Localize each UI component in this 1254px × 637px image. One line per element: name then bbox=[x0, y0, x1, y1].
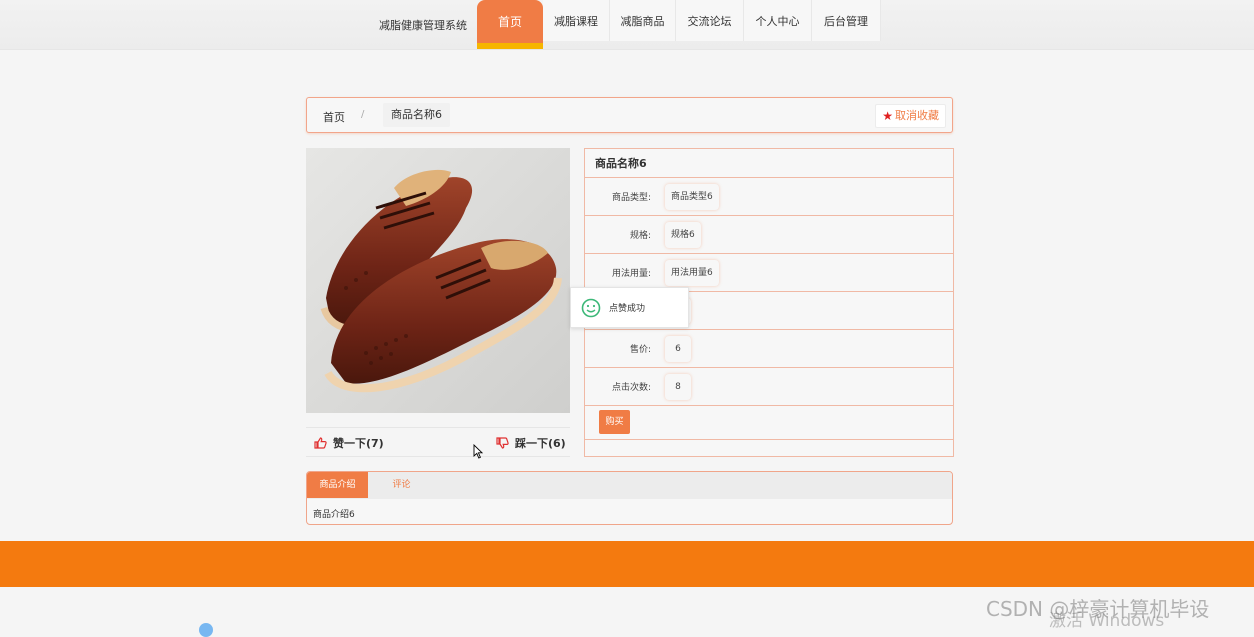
watermark: CSDN @梓豪计算机毕设 bbox=[986, 597, 1210, 621]
unfavorite-button[interactable]: ★ 取消收藏 bbox=[875, 104, 946, 128]
nav-item-admin[interactable]: 后台管理 bbox=[812, 0, 881, 41]
field-row-price: 售价: 6 bbox=[585, 330, 953, 368]
field-value: 用法用量6 bbox=[665, 260, 719, 286]
field-label: 规格: bbox=[629, 231, 651, 241]
nav-item-profile[interactable]: 个人中心 bbox=[744, 0, 812, 41]
field-value: 规格6 bbox=[665, 222, 701, 248]
main-nav: 首页 减脂课程 减脂商品 交流论坛 个人中心 后台管理 bbox=[477, 0, 881, 49]
thumbs-up-icon bbox=[314, 437, 327, 449]
field-value: 6 bbox=[665, 336, 691, 362]
nav-item-forum[interactable]: 交流论坛 bbox=[676, 0, 744, 41]
tab-comments[interactable]: 评论 bbox=[371, 472, 432, 498]
tab-content: 商品介绍6 bbox=[313, 510, 355, 520]
footer-bar bbox=[0, 541, 1254, 587]
tab-introduction[interactable]: 商品介绍 bbox=[307, 472, 368, 498]
floating-dot-icon[interactable] bbox=[199, 623, 213, 637]
buy-button[interactable]: 购买 bbox=[599, 410, 630, 434]
breadcrumb-current: 商品名称6 bbox=[383, 103, 450, 127]
dislike-button[interactable]: 踩一下(6) bbox=[496, 435, 566, 451]
product-tabs: 商品介绍 评论 商品介绍6 bbox=[306, 471, 953, 525]
vote-bar: 赞一下(7) 踩一下(6) bbox=[306, 427, 570, 457]
field-value: 8 bbox=[665, 374, 691, 400]
field-row-type: 商品类型: 商品类型6 bbox=[585, 178, 953, 216]
like-label: 赞一下(7) bbox=[333, 437, 384, 450]
product-name: 商品名称6 bbox=[585, 149, 953, 178]
field-row-spec: 规格: 规格6 bbox=[585, 216, 953, 254]
top-navbar: 减脂健康管理系统 首页 减脂课程 减脂商品 交流论坛 个人中心 后台管理 bbox=[0, 0, 1254, 50]
smile-icon bbox=[581, 298, 601, 317]
thumbs-down-icon bbox=[496, 437, 509, 449]
unfavorite-label: 取消收藏 bbox=[895, 109, 939, 122]
field-label: 售价: bbox=[629, 345, 651, 355]
site-brand[interactable]: 减脂健康管理系统 bbox=[379, 17, 467, 33]
field-label: 商品类型: bbox=[611, 193, 651, 203]
tab-header: 商品介绍 评论 bbox=[307, 472, 952, 499]
dislike-label: 踩一下(6) bbox=[515, 437, 566, 450]
mouse-cursor-icon bbox=[473, 444, 483, 459]
field-label: 用法用量: bbox=[611, 269, 651, 279]
like-button[interactable]: 赞一下(7) bbox=[314, 435, 384, 451]
nav-item-products[interactable]: 减脂商品 bbox=[610, 0, 676, 41]
product-image[interactable] bbox=[306, 148, 570, 413]
toast-message: 点赞成功 bbox=[570, 287, 689, 328]
nav-item-home[interactable]: 首页 bbox=[477, 0, 543, 49]
toast-text: 点赞成功 bbox=[609, 304, 646, 314]
brogue-shoes-photo bbox=[306, 148, 570, 413]
breadcrumb-home[interactable]: 首页 bbox=[323, 109, 345, 125]
breadcrumb: 首页 / 商品名称6 ★ 取消收藏 bbox=[306, 97, 953, 133]
field-label: 点击次数: bbox=[611, 383, 651, 393]
star-icon: ★ bbox=[882, 109, 893, 123]
breadcrumb-separator: / bbox=[361, 109, 365, 120]
field-row-clicks: 点击次数: 8 bbox=[585, 368, 953, 406]
nav-item-courses[interactable]: 减脂课程 bbox=[543, 0, 610, 41]
buy-row: 购买 bbox=[585, 406, 953, 440]
field-value: 商品类型6 bbox=[665, 184, 719, 210]
